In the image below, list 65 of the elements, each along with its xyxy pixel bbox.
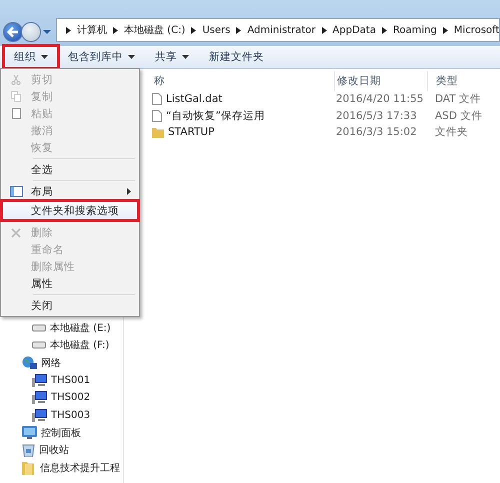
column-header[interactable]: 类型 bbox=[427, 71, 458, 91]
nav-item[interactable]: 信息技术提升工程 bbox=[0, 459, 123, 476]
nav-item[interactable]: THS001 bbox=[0, 372, 123, 389]
back-button[interactable] bbox=[3, 22, 23, 42]
table-cell-text: DAT 文件 bbox=[434, 92, 482, 106]
computer-icon bbox=[32, 391, 47, 404]
breadcrumb[interactable]: 计算机 bbox=[77, 23, 107, 37]
file-name[interactable]: STARTUP bbox=[168, 126, 214, 138]
chevron-icon[interactable] bbox=[66, 26, 71, 34]
computer-icon bbox=[32, 408, 47, 422]
nav-item[interactable]: 回收站 bbox=[0, 442, 123, 459]
table-cell-text: 2016/5/3 17:33 bbox=[335, 110, 418, 122]
nav-item[interactable]: THS002 bbox=[0, 389, 123, 406]
menu-item[interactable]: 文件夹和搜索选项 bbox=[3, 202, 137, 219]
folder-icon bbox=[22, 460, 36, 475]
table-cell-text: 文件夹 bbox=[434, 125, 468, 140]
address-bar[interactable]: 计算机 本地磁盘 (C:) Users Administrator AppData Roaming Microsoft bbox=[56, 18, 500, 42]
file-name[interactable]: ListGal.dat bbox=[166, 93, 222, 106]
delete-icon bbox=[11, 228, 21, 238]
menu-item[interactable]: 布局 bbox=[3, 183, 137, 200]
menu-item[interactable]: 属性 bbox=[3, 275, 137, 292]
chevron-icon[interactable] bbox=[191, 26, 196, 34]
dropdown-icon[interactable] bbox=[43, 29, 51, 35]
forward-button[interactable] bbox=[21, 22, 41, 42]
table-cell-text: ASD 文件 bbox=[434, 108, 482, 123]
breadcrumb[interactable]: Administrator bbox=[247, 24, 316, 36]
chevron-icon[interactable] bbox=[322, 26, 327, 34]
breadcrumb[interactable]: Roaming bbox=[392, 24, 437, 36]
nav-item[interactable]: 本地磁盘 (E:) bbox=[0, 319, 123, 336]
breadcrumb[interactable]: AppData bbox=[332, 24, 376, 36]
clipboard-icon bbox=[12, 108, 20, 119]
nav-item[interactable]: 网络 bbox=[0, 354, 123, 372]
file-icon bbox=[152, 93, 162, 106]
computer-icon bbox=[32, 374, 47, 387]
table-cell-text: 2016/3/3 15:02 bbox=[335, 126, 418, 138]
layout-icon bbox=[10, 186, 22, 197]
table-cell-text: 2016/4/20 11:55 bbox=[335, 93, 424, 106]
menu-item[interactable]: 全选 bbox=[3, 161, 137, 178]
file-name[interactable]: “自动恢复”保存运用 bbox=[166, 108, 265, 123]
globe-icon bbox=[22, 356, 37, 370]
trash-icon bbox=[22, 443, 35, 458]
folder-icon bbox=[152, 126, 164, 138]
chevron-icon[interactable] bbox=[236, 26, 242, 34]
copy-icon bbox=[11, 91, 21, 102]
scissors-icon bbox=[11, 74, 21, 84]
toolbar-button[interactable]: 新建文件夹 bbox=[201, 48, 272, 66]
back-arrow-icon bbox=[6, 25, 20, 39]
nav-item[interactable]: 控制面板 bbox=[0, 424, 123, 442]
monitor-icon bbox=[22, 426, 37, 440]
column-header[interactable]: 修改日期 bbox=[334, 71, 427, 91]
breadcrumb[interactable]: 本地磁盘 (C:) bbox=[124, 23, 186, 37]
chevron-icon[interactable] bbox=[382, 26, 387, 34]
breadcrumb[interactable]: Microsoft bbox=[454, 24, 499, 36]
nav-item[interactable]: THS003 bbox=[0, 406, 123, 424]
drive-icon bbox=[32, 324, 46, 332]
toolbar-button[interactable]: 包含到库中 bbox=[60, 48, 143, 66]
nav-item[interactable]: 本地磁盘 (F:) bbox=[0, 336, 123, 354]
file-icon bbox=[152, 110, 162, 122]
chevron-icon[interactable] bbox=[442, 26, 448, 34]
toolbar-button[interactable]: 组织 bbox=[6, 48, 56, 66]
chevron-icon[interactable] bbox=[113, 26, 118, 34]
drive-icon bbox=[32, 341, 46, 350]
breadcrumb[interactable]: Users bbox=[202, 24, 230, 36]
menu-item[interactable]: 关闭 bbox=[3, 297, 137, 314]
toolbar-button[interactable]: 共享 bbox=[147, 48, 197, 66]
